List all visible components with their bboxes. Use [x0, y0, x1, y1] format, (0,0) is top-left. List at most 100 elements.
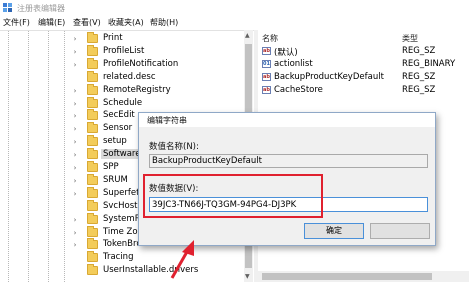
folder-icon — [87, 135, 98, 147]
tree-item[interactable]: Tracing — [70, 251, 245, 264]
folder-icon — [87, 212, 98, 224]
column-header-type[interactable]: 类型 — [402, 33, 418, 44]
chevron-right-icon[interactable]: › — [70, 189, 80, 199]
scrollbar-thumb[interactable] — [262, 273, 432, 280]
tree-guide-line — [28, 31, 29, 282]
tree-item[interactable]: › Print — [70, 32, 245, 45]
menu-file[interactable]: 文件(F) — [3, 17, 30, 28]
dialog-title: 编辑字符串 — [147, 116, 187, 125]
value-row[interactable]: ab BackupProductKeyDefault REG_SZ — [258, 71, 469, 84]
folder-icon — [87, 186, 98, 198]
tree-item-label: RemoteRegistry — [103, 84, 171, 95]
scroll-up-icon[interactable]: ▲ — [245, 32, 250, 39]
folder-icon — [87, 199, 98, 211]
tree-item-label: SvcHost — [103, 200, 138, 211]
tree-guide-line — [8, 31, 9, 282]
chevron-right-icon[interactable]: › — [70, 163, 80, 173]
ok-button[interactable]: 确定 — [304, 223, 364, 239]
folder-icon — [87, 44, 98, 56]
chevron-right-icon[interactable]: › — [70, 176, 80, 186]
tree-item[interactable]: › RemoteRegistry — [70, 83, 245, 97]
value-name: actionlist — [274, 59, 313, 69]
string-value-icon: ab — [262, 73, 271, 81]
tree-item[interactable]: › Schedule — [70, 96, 245, 110]
dialog-title-bar: 编辑字符串 — [139, 113, 435, 127]
registry-editor-icon — [3, 3, 12, 12]
tree-guide-line — [48, 31, 49, 282]
chevron-right-icon[interactable]: › — [70, 240, 80, 250]
chevron-right-icon[interactable]: › — [70, 60, 80, 70]
folder-icon — [87, 148, 98, 160]
value-type: REG_BINARY — [402, 59, 456, 69]
chevron-right-icon — [70, 253, 80, 263]
tree-item-label: Time Zon — [103, 226, 143, 237]
value-row[interactable]: ab CacheStore REG_SZ — [258, 84, 469, 97]
values-horizontal-scrollbar[interactable] — [258, 271, 469, 282]
chevron-right-icon — [70, 73, 80, 83]
tree-item-label: SRUM — [103, 174, 128, 185]
value-row[interactable]: ab (默认) REG_SZ — [258, 45, 469, 58]
tree-item[interactable]: › ProfileList — [70, 44, 245, 58]
tree-item[interactable]: UserInstallable.drivers — [70, 264, 245, 277]
folder-icon — [87, 173, 98, 185]
tree-item-label: Tracing — [103, 252, 134, 263]
cancel-button[interactable] — [370, 223, 430, 239]
chevron-right-icon[interactable]: › — [70, 150, 80, 160]
value-name: (默认) — [274, 48, 298, 58]
chevron-right-icon[interactable]: › — [70, 137, 80, 147]
value-name-label: 数值名称(N): — [149, 142, 199, 152]
folder-icon — [87, 83, 98, 95]
chevron-right-icon — [70, 202, 80, 212]
chevron-right-icon[interactable]: › — [70, 47, 80, 57]
chevron-right-icon[interactable]: › — [70, 124, 80, 134]
window-title: 注册表编辑器 — [17, 4, 65, 13]
folder-icon — [87, 32, 98, 43]
chevron-right-icon — [70, 266, 80, 276]
value-type: REG_SZ — [402, 85, 436, 95]
chevron-right-icon[interactable]: › — [70, 34, 80, 44]
tree-item-label: setup — [103, 136, 127, 147]
string-value-icon: ab — [262, 47, 271, 55]
tree-item-label: SecEdit — [103, 110, 135, 121]
folder-icon — [87, 238, 98, 250]
column-header-name[interactable]: 名称 — [262, 33, 278, 44]
tree-item-label: ProfileNotification — [103, 58, 179, 69]
menu-help[interactable]: 帮助(H) — [150, 17, 178, 28]
tree-item-label: ProfileList — [103, 45, 145, 56]
folder-icon — [87, 225, 98, 237]
annotation-arrow-icon — [170, 240, 194, 279]
value-row[interactable]: 01 actionlist REG_BINARY — [258, 58, 469, 71]
chevron-right-icon[interactable]: › — [70, 228, 80, 238]
value-name-field: BackupProductKeyDefault — [149, 154, 428, 168]
value-name: CacheStore — [274, 85, 323, 95]
menu-favorites[interactable]: 收藏夹(A) — [108, 17, 144, 28]
folder-icon — [87, 264, 98, 276]
folder-icon — [87, 161, 98, 172]
chevron-right-icon[interactable]: › — [70, 215, 80, 225]
tree-item[interactable]: › ProfileNotification — [70, 57, 245, 71]
folder-icon — [87, 109, 98, 121]
chevron-right-icon[interactable]: › — [70, 111, 80, 121]
value-type: REG_SZ — [402, 46, 436, 56]
tree-item-label: Sensor — [103, 123, 133, 134]
tree-item[interactable]: related.desc — [70, 70, 245, 84]
menu-bar: 文件(F) 编辑(E) 查看(V) 收藏夹(A) 帮助(H) — [0, 15, 469, 30]
tree-guide-line — [64, 31, 65, 282]
binary-value-icon: 01 — [262, 60, 271, 68]
tree-item-label: Print — [103, 33, 123, 43]
string-value-icon: ab — [262, 86, 271, 94]
menu-edit[interactable]: 编辑(E) — [38, 17, 65, 28]
folder-icon — [87, 251, 98, 263]
chevron-right-icon[interactable]: › — [70, 99, 80, 109]
chevron-right-icon[interactable]: › — [70, 86, 80, 96]
annotation-highlight-box — [143, 174, 323, 218]
tree-item-label: Schedule — [103, 97, 143, 108]
value-name: BackupProductKeyDefault — [274, 72, 384, 82]
tree-item-label: SPP — [103, 162, 119, 172]
title-bar: 注册表编辑器 — [0, 0, 469, 15]
folder-icon — [87, 122, 98, 134]
menu-view[interactable]: 查看(V) — [73, 17, 101, 28]
folder-icon — [87, 70, 98, 82]
folder-icon — [87, 57, 98, 69]
scroll-down-icon[interactable]: ▼ — [245, 273, 250, 280]
